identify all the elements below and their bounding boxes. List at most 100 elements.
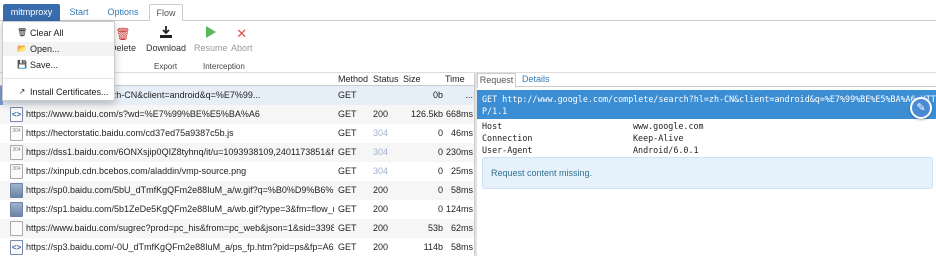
row-method: GET: [338, 242, 357, 252]
download-icon: [146, 26, 186, 42]
header-row: User-Agent Android/6.0.1: [482, 144, 932, 156]
main-tab-bar: mitmproxy Start Options Flow: [0, 0, 936, 22]
row-method: GET: [338, 204, 357, 214]
export-group-label: Export: [154, 62, 178, 71]
image-file-icon: [10, 202, 23, 217]
row-path: https://www.baidu.com/s?wd=%E7%99%BE%E5%…: [26, 109, 260, 119]
row-status: 304: [373, 147, 389, 157]
row-status: 304: [373, 128, 389, 138]
table-row[interactable]: https://sp0.baidu.com/5bU_dTmfKgQFm2e88I…: [0, 181, 474, 200]
menu-item-label: Save...: [30, 60, 59, 70]
menu-item-open[interactable]: 📂 Open...: [3, 42, 114, 56]
header-key: Connection: [482, 133, 533, 143]
abort-label: Abort: [231, 43, 253, 53]
row-size: 0b: [432, 90, 443, 100]
column-header-method[interactable]: Method: [338, 73, 368, 85]
row-path: https://sp3.baidu.com/-0U_dTmfKgQFm2e88I…: [26, 242, 334, 252]
row-status: 200: [373, 204, 389, 214]
pencil-icon: ✎: [916, 102, 926, 114]
download-button[interactable]: Download: [146, 26, 186, 53]
menu-item-label: Install Certificates...: [30, 87, 109, 97]
resume-button[interactable]: Resume: [194, 26, 228, 53]
menu-item-clear-all[interactable]: 🗑 Clear All: [3, 26, 114, 40]
row-size: 0: [437, 185, 443, 195]
row-size: 0: [437, 147, 443, 157]
row-time: 58ms: [450, 185, 473, 195]
header-key: Host: [482, 121, 503, 131]
html-file-icon: <>: [10, 240, 23, 255]
row-size: 126.5kb: [410, 109, 443, 119]
mitmproxy-menu-dropdown: 🗑 Clear All 📂 Open... 💾 Save... ↗ Instal…: [2, 21, 115, 101]
request-line-text: GET http://www.google.com/complete/searc…: [482, 94, 936, 104]
tab-details[interactable]: Details: [522, 73, 550, 87]
row-time: 230ms: [445, 147, 473, 157]
not-modified-icon: 304: [10, 164, 23, 179]
html-file-icon: <>: [10, 107, 23, 122]
row-path: https://sp0.baidu.com/5bU_dTmfKgQFm2e88I…: [26, 185, 334, 195]
row-time: 46ms: [450, 128, 473, 138]
row-method: GET: [338, 128, 357, 138]
row-method: GET: [338, 90, 357, 100]
row-status: 304: [373, 166, 389, 176]
column-header-size[interactable]: Size: [403, 73, 421, 85]
row-size: 0: [437, 166, 443, 176]
row-time: 62ms: [450, 223, 473, 233]
table-row[interactable]: 304 https://dss1.baidu.com/6ONXsjip0QIZ8t…: [0, 143, 474, 162]
tab-start[interactable]: Start: [63, 4, 95, 21]
row-path: https://hectorstatic.baidu.com/cd37ed75a…: [26, 128, 234, 138]
header-value: Keep-Alive: [633, 133, 684, 143]
external-link-icon: ↗: [18, 87, 26, 96]
menu-item-label: Open...: [30, 44, 60, 54]
table-row[interactable]: <> https://www.baidu.com/s?wd=%E7%99%BE%E…: [0, 105, 474, 124]
not-modified-icon: 304: [10, 145, 23, 160]
tab-mitmproxy-menu[interactable]: mitmproxy: [3, 4, 60, 21]
tab-flow[interactable]: Flow: [149, 4, 183, 22]
edit-button[interactable]: ✎: [910, 97, 932, 119]
details-tab-bar: Request Details: [477, 73, 936, 88]
row-size: 114b: [423, 242, 443, 252]
row-time: 58ms: [450, 242, 473, 252]
request-line-text-continued: P/1.1: [482, 106, 508, 116]
row-status: 200: [373, 109, 389, 119]
row-path: https://www.baidu.com/sugrec?prod=pc_his…: [26, 223, 334, 233]
not-modified-icon: 304: [10, 126, 23, 141]
header-key: User-Agent: [482, 145, 533, 155]
floppy-disk-icon: 💾: [17, 60, 27, 69]
flow-toolbar: 🗑 Delete Download Export Resume ✕ Abort …: [0, 21, 936, 73]
row-method: GET: [338, 185, 357, 195]
request-headers: Host www.google.com Connection Keep-Aliv…: [482, 120, 932, 156]
row-method: GET: [338, 147, 357, 157]
column-header-time[interactable]: Time: [445, 73, 465, 85]
abort-button[interactable]: ✕ Abort: [231, 26, 253, 53]
table-row[interactable]: https://sp1.baidu.com/5b1ZeDe5KgQFm2e88I…: [0, 200, 474, 219]
row-method: GET: [338, 166, 357, 176]
table-row[interactable]: <> https://sp3.baidu.com/-0U_dTmfKgQFm2e8…: [0, 238, 474, 256]
menu-item-install-certificates[interactable]: ↗ Install Certificates...: [3, 85, 114, 99]
header-row: Host www.google.com: [482, 120, 932, 132]
download-label: Download: [146, 43, 187, 53]
row-size: 0: [437, 204, 443, 214]
row-status: 200: [373, 242, 389, 252]
tab-request[interactable]: Request: [477, 73, 516, 88]
flow-details-pane: Request Details GET http://www.google.co…: [477, 73, 936, 256]
menu-item-save[interactable]: 💾 Save...: [3, 58, 114, 72]
table-row[interactable]: 304 https://hectorstatic.baidu.com/cd37ed…: [0, 124, 474, 143]
table-row[interactable]: 304 https://xinpub.cdn.bcebos.com/aladdin…: [0, 162, 474, 181]
column-header-status[interactable]: Status: [373, 73, 399, 85]
tab-options[interactable]: Options: [101, 4, 145, 21]
row-time: ...: [465, 90, 473, 100]
row-path: https://sp1.baidu.com/5b1ZeDe5KgQFm2e88I…: [26, 204, 334, 214]
row-status: 200: [373, 185, 389, 195]
row-path: https://dss1.baidu.com/6ONXsjip0QIZ8tyhn…: [26, 147, 334, 157]
close-icon: ✕: [236, 26, 248, 41]
header-value: www.google.com: [633, 121, 704, 131]
row-time: 668ms: [445, 109, 473, 119]
row-path: https://xinpub.cdn.bcebos.com/aladdin/vm…: [26, 166, 247, 176]
image-file-icon: [10, 183, 23, 198]
table-row[interactable]: https://www.baidu.com/sugrec?prod=pc_his…: [0, 219, 474, 238]
row-size: 0: [437, 128, 443, 138]
trash-icon: 🗑: [17, 28, 28, 37]
request-content-missing-notice: Request content missing.: [482, 157, 933, 189]
play-icon: [194, 26, 228, 42]
request-line: GET http://www.google.com/complete/searc…: [477, 90, 936, 119]
